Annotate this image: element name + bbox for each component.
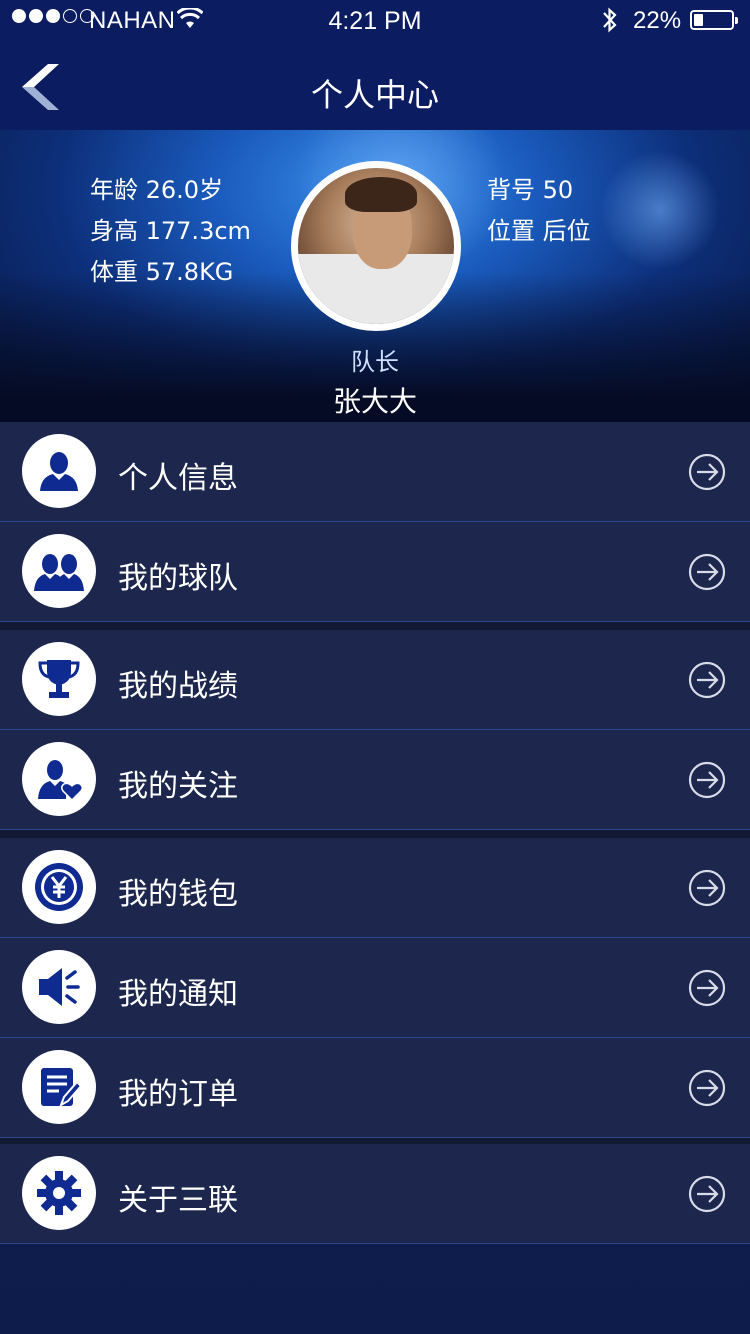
avatar[interactable] bbox=[291, 161, 461, 331]
favorite-user-icon bbox=[22, 742, 96, 816]
nav-bar: 个人中心 bbox=[0, 40, 750, 130]
battery-percent: 22% bbox=[633, 7, 682, 34]
menu-item-my-team[interactable]: 我的球队 bbox=[0, 522, 750, 622]
order-icon bbox=[22, 1050, 96, 1124]
speaker-icon bbox=[22, 950, 96, 1024]
weight-stat: 体重 57.8KG bbox=[90, 258, 234, 286]
player-name: 张大大 bbox=[332, 385, 417, 418]
trophy-icon bbox=[22, 642, 96, 716]
menu-item-my-wallet[interactable]: 我的钱包 bbox=[0, 838, 750, 938]
arrow-right-icon[interactable] bbox=[688, 869, 726, 907]
menu-item-my-record[interactable]: 我的战绩 bbox=[0, 630, 750, 730]
menu-item-my-follows[interactable]: 我的关注 bbox=[0, 730, 750, 830]
menu-label: 我的球队 bbox=[118, 561, 238, 596]
profile-page: NAHAN 4:21 PM 22% 个人中心 年龄 26.0岁 身高 177.3… bbox=[0, 0, 750, 1334]
menu-label: 关于三联 bbox=[118, 1183, 238, 1218]
menu-item-my-notifications[interactable]: 我的通知 bbox=[0, 938, 750, 1038]
menu-label: 我的战绩 bbox=[118, 669, 238, 704]
bluetooth-icon bbox=[600, 6, 620, 41]
arrow-right-icon[interactable] bbox=[688, 453, 726, 491]
menu-item-my-orders[interactable]: 我的订单 bbox=[0, 1038, 750, 1138]
menu-label: 我的通知 bbox=[118, 977, 238, 1012]
gear-icon bbox=[22, 1156, 96, 1230]
arrow-right-icon[interactable] bbox=[688, 1175, 726, 1213]
yen-coin-icon bbox=[22, 850, 96, 924]
player-role: 队长 bbox=[351, 348, 399, 376]
height-stat: 身高 177.3cm bbox=[90, 217, 251, 245]
menu-label: 我的钱包 bbox=[118, 877, 238, 912]
menu-label: 我的关注 bbox=[118, 769, 238, 804]
menu-item-about[interactable]: 关于三联 bbox=[0, 1144, 750, 1244]
position-stat: 位置 后位 bbox=[487, 217, 591, 245]
page-title: 个人中心 bbox=[310, 76, 439, 114]
status-bar: NAHAN 4:21 PM 22% bbox=[0, 0, 750, 40]
menu-label: 个人信息 bbox=[118, 461, 238, 496]
team-icon bbox=[22, 534, 96, 608]
profile-header: 年龄 26.0岁 身高 177.3cm 体重 57.8KG 背号 50 位置 后… bbox=[0, 130, 750, 422]
arrow-right-icon[interactable] bbox=[688, 553, 726, 591]
battery-icon bbox=[690, 10, 738, 30]
jersey-number-stat: 背号 50 bbox=[487, 176, 574, 204]
arrow-right-icon[interactable] bbox=[688, 761, 726, 799]
arrow-right-icon[interactable] bbox=[688, 1069, 726, 1107]
arrow-right-icon[interactable] bbox=[688, 969, 726, 1007]
menu-label: 我的订单 bbox=[118, 1077, 238, 1112]
user-icon bbox=[22, 434, 96, 508]
arrow-right-icon[interactable] bbox=[688, 661, 726, 699]
menu-item-personal-info[interactable]: 个人信息 bbox=[0, 422, 750, 522]
age-stat: 年龄 26.0岁 bbox=[90, 176, 224, 204]
